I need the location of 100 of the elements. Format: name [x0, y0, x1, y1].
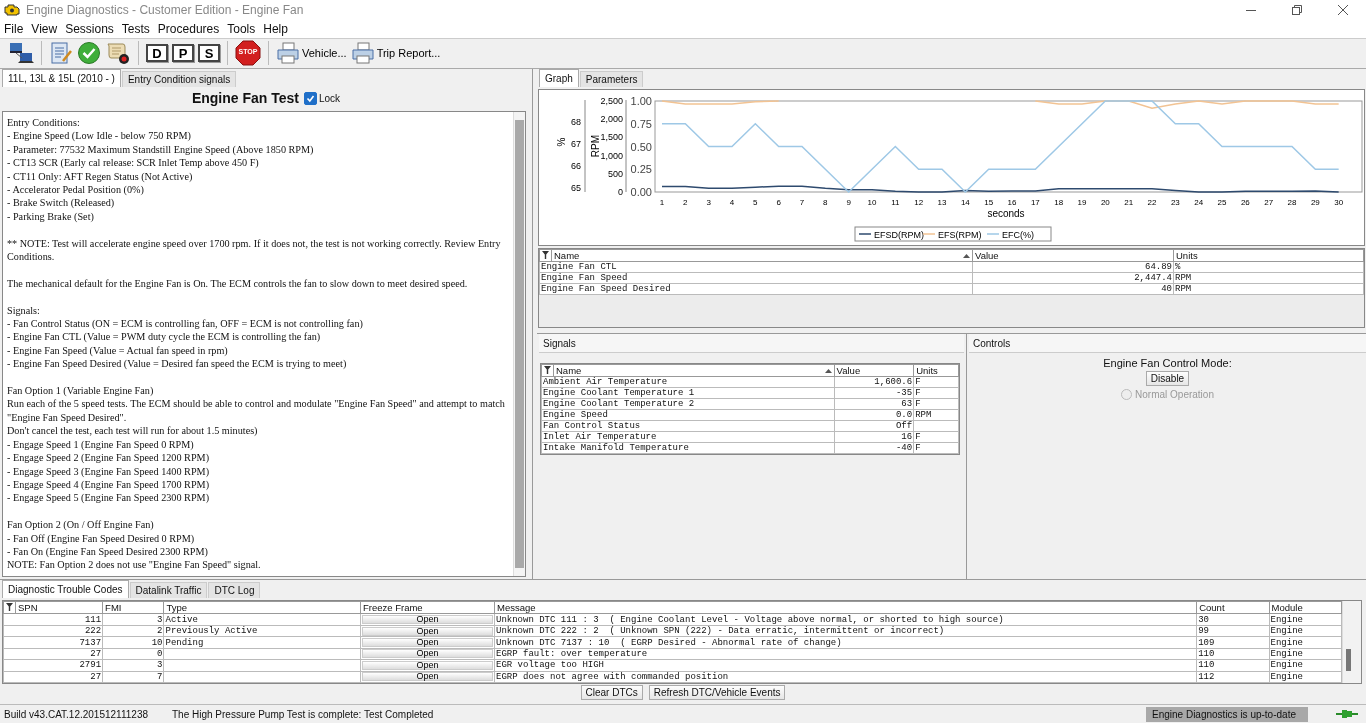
instruction-text: Fan Option 1 (Variable Engine Fan) — [7, 384, 155, 398]
axis-tick-label: 14 — [960, 198, 970, 207]
menu-item[interactable]: Help — [259, 21, 292, 36]
restore-icon[interactable] — [1292, 5, 1302, 15]
column-header[interactable]: Value — [972, 249, 1174, 262]
axis-tick-label: 23 — [1170, 198, 1180, 207]
column-header[interactable]: FMI — [102, 601, 164, 614]
instruction-text: - Engine Fan Speed (Value = Actual fan speed in rpm) — [7, 343, 229, 358]
table-cell: Previously Active — [164, 625, 361, 637]
instruction-text: - Parking Brake (Set) — [7, 209, 95, 224]
dtc-button[interactable]: Refresh DTC/Vehicle Events — [648, 685, 786, 700]
table-cell: 2,447.4 — [972, 272, 1174, 284]
toolbar-button[interactable]: S — [198, 44, 220, 63]
tab[interactable]: Graph — [539, 69, 579, 87]
checkbox[interactable] — [304, 91, 317, 105]
axis-tick-label: 68 — [571, 117, 581, 127]
toolbar-button[interactable]: D — [146, 44, 168, 63]
axis-tick-label: 22 — [1147, 198, 1157, 207]
column-header[interactable]: Module — [1269, 601, 1342, 614]
instruction-text: - Fan Off (Engine Fan Speed Desired 0 RPM) — [7, 531, 196, 545]
axis-tick-label: 12 — [914, 198, 924, 207]
instruction-text: - Engage Speed 5 (Engine Fan Speed 2300 RPM) — [7, 491, 211, 505]
table-cell: 27 — [3, 648, 103, 660]
toolbar-button[interactable]: Trip Report... — [350, 42, 441, 65]
axis-title: RPM — [590, 134, 601, 158]
close-icon[interactable] — [1338, 5, 1348, 15]
tab[interactable]: DTC Log — [208, 582, 261, 598]
menu-item[interactable]: Sessions — [61, 21, 118, 36]
axis-tick-label: 19 — [1077, 198, 1087, 207]
axis-tick-label: 24 — [1194, 198, 1204, 207]
tab[interactable]: Entry Condition signals — [121, 71, 237, 87]
axis-tick-label: 27 — [1264, 198, 1274, 207]
open-button[interactable]: Open — [362, 660, 493, 670]
scroll-icon[interactable] — [105, 41, 131, 66]
column-header[interactable]: Freeze Frame — [360, 601, 495, 614]
axis-tick-label: 8 — [823, 198, 828, 207]
column-header[interactable]: Count — [1196, 601, 1270, 614]
table-cell: Engine Coolant Temperature 2 — [541, 398, 835, 410]
axis-tick-label: 7 — [799, 198, 805, 207]
axis-tick-label: 20 — [1100, 198, 1110, 207]
open-button[interactable]: Open — [362, 638, 493, 647]
toolbar-button[interactable]: P — [172, 44, 194, 63]
open-button[interactable]: Open — [362, 672, 493, 682]
instruction-text: - Accelerator Pedal Position (0%) — [7, 183, 145, 197]
instruction-text: NOTE: Fan Option 2 does not use "Engine Fan Speed" signal. — [7, 558, 262, 572]
axis-tick-label: 0 — [618, 187, 623, 197]
column-header[interactable]: Message — [494, 601, 1197, 614]
open-button[interactable]: Open — [362, 649, 493, 659]
open-button[interactable]: Open — [362, 626, 493, 636]
column-header[interactable]: Units — [1173, 249, 1364, 262]
axis-tick-label: 6 — [776, 198, 781, 207]
network-icon[interactable] — [8, 41, 34, 66]
instruction-text: - Parameter: 77532 Maximum Standstill Engine Speed (Above 1850 RPM) — [7, 142, 315, 157]
axis-tick-label: 26 — [1240, 198, 1250, 207]
disable-button[interactable]: Disable — [1145, 371, 1190, 386]
scrollbar[interactable] — [513, 112, 525, 576]
table-cell: RPM — [913, 409, 959, 421]
table-cell: Fan Control Status — [541, 420, 835, 432]
menu-item[interactable]: File — [0, 21, 28, 36]
table-cell: Engine — [1269, 625, 1342, 637]
instruction-text: Entry Conditions: — [7, 116, 81, 130]
tab[interactable]: Diagnostic Trouble Codes — [2, 580, 129, 598]
table-cell: Engine Fan CTL — [539, 261, 973, 273]
menu-item[interactable]: Procedures — [153, 21, 224, 36]
table-cell: F — [913, 398, 959, 410]
filter-icon[interactable] — [544, 366, 551, 374]
table-cell: 0.0 — [834, 409, 914, 421]
tab[interactable]: 11L, 13L & 15L (2010 - ) — [2, 69, 121, 87]
column-header[interactable]: Name — [553, 364, 835, 377]
table-cell: Engine Fan Speed — [539, 272, 973, 284]
table-cell: 2 — [102, 625, 164, 637]
open-button[interactable]: Open — [362, 615, 493, 625]
column-header[interactable]: Value — [834, 364, 914, 377]
axis-tick-label: 500 — [607, 168, 623, 179]
dtc-button[interactable]: Clear DTCs — [580, 685, 643, 700]
axis-tick-label: 29 — [1310, 198, 1320, 207]
menu-item[interactable]: View — [27, 21, 62, 36]
column-header[interactable]: Type — [164, 601, 361, 614]
column-header[interactable]: Name — [551, 249, 973, 262]
column-header[interactable]: SPN — [15, 601, 103, 614]
axis-tick-label: 1,500 — [600, 132, 623, 143]
instruction-text: - Engine Fan CTL (Value = PWM duty cycle the ECM is controlling the fan) — [7, 330, 322, 344]
axis-tick-label: 21 — [1124, 198, 1134, 207]
tab[interactable]: Parameters — [579, 71, 644, 87]
table-cell: 64.89 — [972, 261, 1174, 273]
menu-item[interactable]: Tests — [117, 21, 154, 36]
table-cell: Engine Fan Speed Desired — [539, 283, 973, 295]
axis-tick-label: 4 — [729, 198, 735, 207]
menu-item[interactable]: Tools — [223, 21, 260, 36]
table-cell: 112 — [1196, 671, 1270, 683]
instruction-text: - Engine Fan Speed Desired (Value = Desired fan speed the ECM is trying to meet) — [7, 357, 348, 371]
column-header[interactable]: Units — [913, 364, 959, 377]
toolbar-button[interactable]: Vehicle... — [276, 42, 347, 65]
instruction-text: - Engine Speed (Low Idle - below 750 RPM) — [7, 129, 192, 143]
checkmark-icon[interactable] — [77, 41, 101, 66]
axis-tick-label: 30 — [1334, 198, 1344, 207]
scrollbar[interactable] — [1342, 601, 1361, 683]
table-cell: 110 — [1196, 648, 1270, 660]
tab[interactable]: Datalink Traffic — [129, 582, 208, 598]
filter-icon[interactable] — [542, 251, 549, 259]
